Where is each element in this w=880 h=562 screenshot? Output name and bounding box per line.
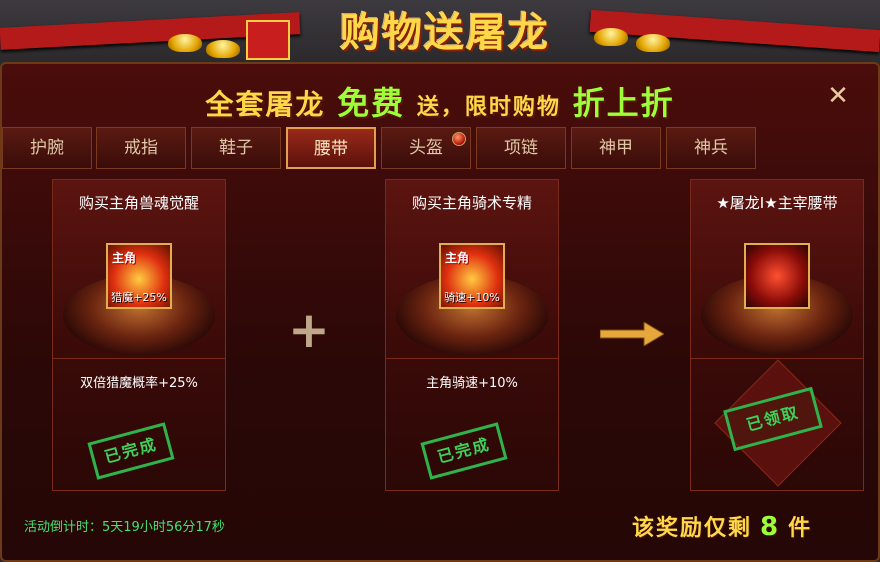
remaining-prefix: 该奖励仅剩	[632, 516, 753, 541]
gold-ingot-icon	[636, 34, 670, 52]
icon-label: 猎魔+25%	[111, 291, 167, 304]
gift-box-icon	[246, 20, 290, 60]
card-title: 购买主角骑术专精	[411, 194, 532, 212]
card-title: 购买主角兽魂觉醒	[78, 194, 199, 212]
gold-ingot-icon	[594, 28, 628, 46]
riding-icon[interactable]: 主角 骑速+10%	[439, 243, 505, 309]
divider	[386, 358, 558, 359]
tab-shoes[interactable]: 鞋子	[191, 127, 281, 169]
event-banner-title: 购物送屠龙	[340, 9, 550, 56]
plus-icon: +	[288, 301, 330, 359]
icon-tag: 主角	[112, 251, 137, 265]
gold-ingot-icon	[168, 34, 202, 52]
notification-dot-icon	[452, 132, 466, 146]
close-icon: ✕	[827, 81, 849, 111]
tab-necklace[interactable]: 项链	[476, 127, 566, 169]
equipment-tabs: 护腕 戒指 鞋子 腰带 头盔 项链 神甲 神兵	[0, 127, 880, 171]
subtitle-part2: 送，限时购物	[416, 95, 561, 120]
icon-label: 骑速+10%	[444, 291, 500, 304]
event-subtitle: 全套屠龙 免费 送，限时购物 折上折	[0, 78, 880, 124]
icon-tag: 主角	[445, 251, 470, 265]
remaining-suffix: 件	[788, 516, 813, 541]
event-countdown: 活动倒计时：5天19小时56分17秒	[24, 520, 225, 535]
tab-armor[interactable]: 神甲	[571, 127, 661, 169]
tab-helmet[interactable]: 头盔	[381, 127, 471, 169]
reward-card-2: 购买主角骑术专精 主角 骑速+10% 主角骑速+10% 已完成	[385, 179, 559, 491]
subtitle-part3: 折上折	[572, 84, 675, 122]
divider	[53, 358, 225, 359]
reward-card-1: 购买主角兽魂觉醒 主角 猎魔+25% 双倍猎魔概率+25% 已完成	[52, 179, 226, 491]
tab-belt[interactable]: 腰带	[286, 127, 376, 169]
card-description: 双倍猎魔概率+25%	[80, 376, 198, 391]
completed-stamp: 已完成	[87, 422, 175, 480]
card-description: 主角骑速+10%	[426, 376, 518, 391]
beast-soul-icon[interactable]: 主角 猎魔+25%	[106, 243, 172, 309]
close-button[interactable]: ✕	[826, 81, 850, 111]
reward-card-final: ★屠龙Ⅰ★主宰腰带 已领取	[690, 179, 864, 491]
dragon-belt-icon[interactable]	[744, 243, 810, 309]
tab-weapon[interactable]: 神兵	[666, 127, 756, 169]
tab-wristguard[interactable]: 护腕	[2, 127, 92, 169]
remaining-number: 8	[760, 512, 781, 542]
subtitle-part1: 全套屠龙	[205, 88, 326, 121]
completed-stamp: 已完成	[420, 422, 508, 480]
subtitle-free: 免费	[337, 84, 406, 122]
remaining-count: 该奖励仅剩 8 件	[632, 510, 812, 542]
arrow-right-icon	[600, 322, 664, 346]
gold-ingot-icon	[206, 40, 240, 58]
card-title: ★屠龙Ⅰ★主宰腰带	[716, 194, 838, 212]
tab-ring[interactable]: 戒指	[96, 127, 186, 169]
